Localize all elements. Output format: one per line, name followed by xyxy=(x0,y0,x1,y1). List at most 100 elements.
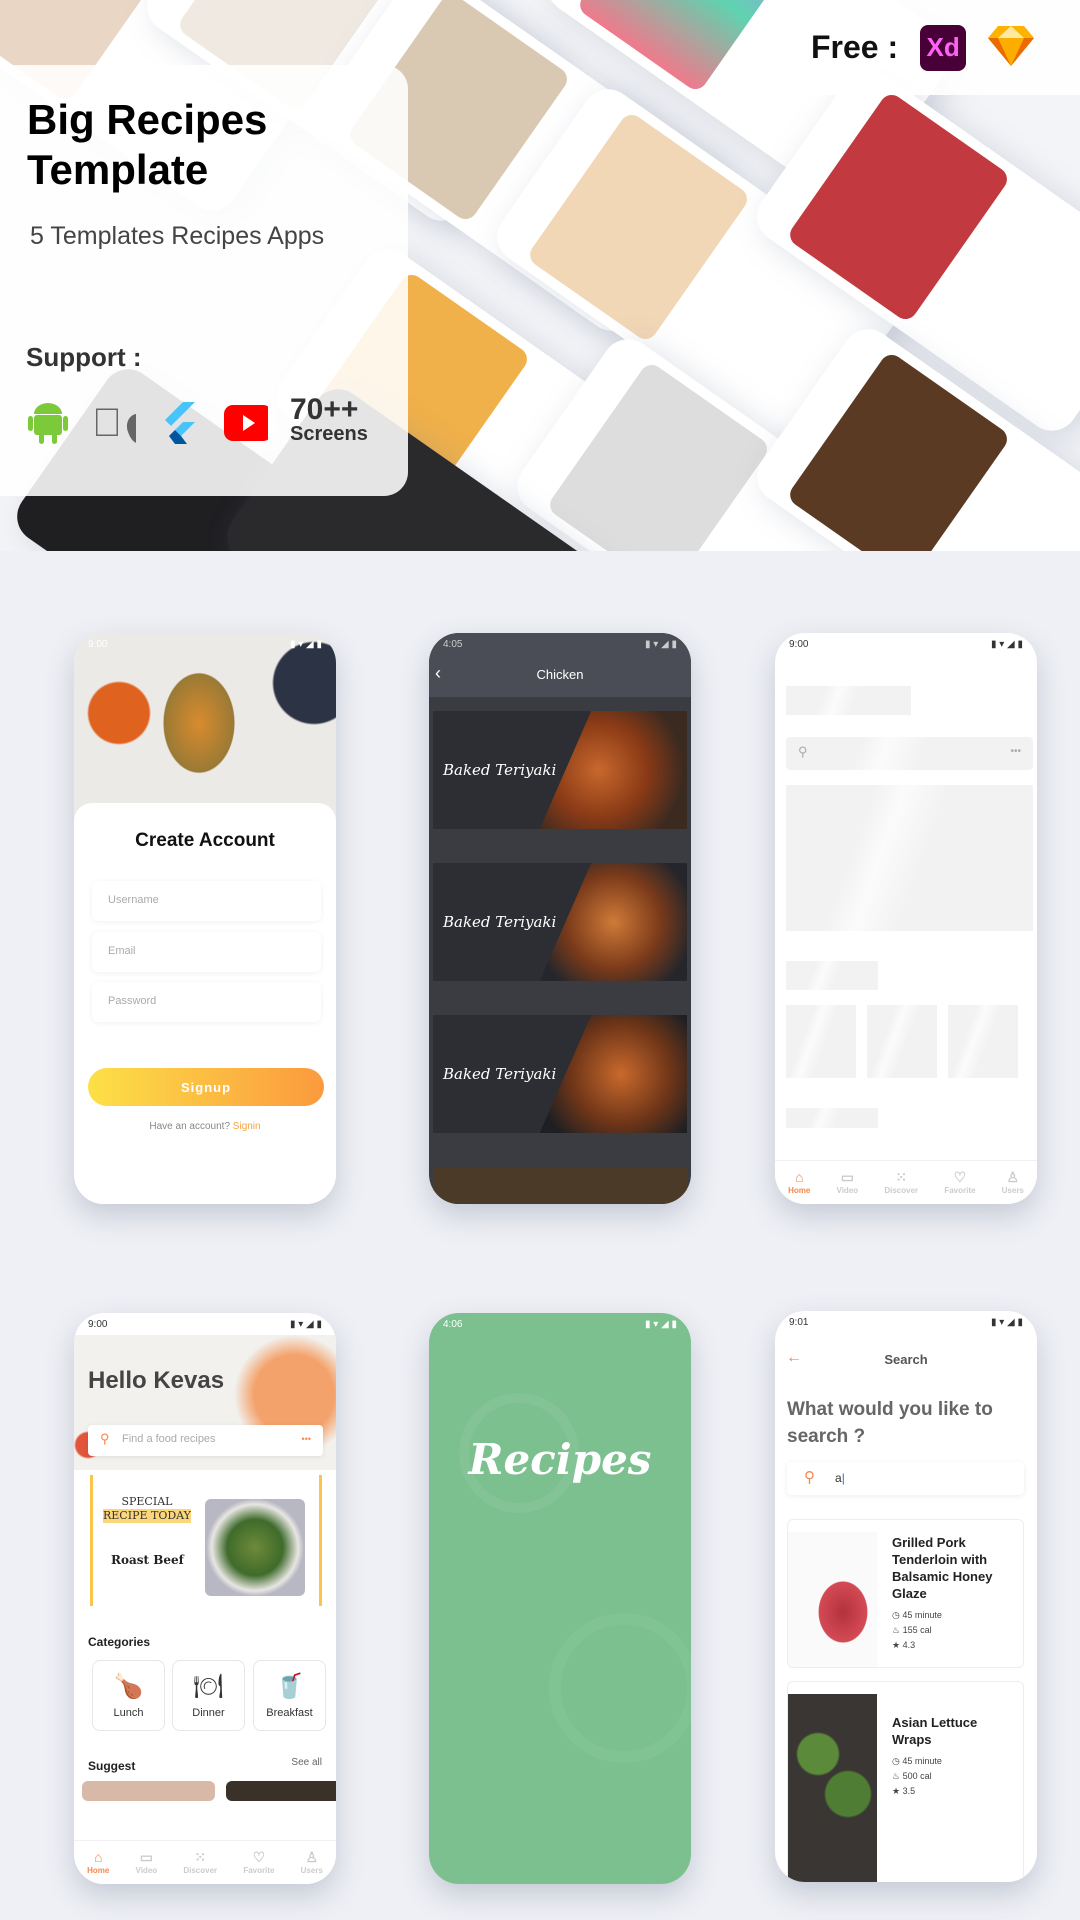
duration: ◷ 45 minute xyxy=(892,1756,942,1766)
special-label: SPECIAL RECIPE TODAY xyxy=(103,1495,191,1523)
recipe-card[interactable]: Baked Teriyaki xyxy=(433,711,687,829)
phone-create-account: 9:00 ▮ ▾ ◢ ▮ Create Account Username Emai… xyxy=(74,633,336,1204)
recipe-image xyxy=(788,1532,877,1667)
status-icons: ▮ ▾ ◢ ▮ xyxy=(289,638,322,650)
skeleton-heading xyxy=(786,961,878,990)
screens-count: 70++ Screens xyxy=(290,393,368,446)
home-icon: ⌂ xyxy=(93,1849,103,1865)
decor-circle xyxy=(549,1613,691,1763)
status-icons: ▮ ▾ ◢ ▮ xyxy=(990,638,1023,650)
status-icons: ▮ ▾ ◢ ▮ xyxy=(289,1318,322,1330)
nav-video[interactable]: ▭ Video xyxy=(136,1850,158,1875)
phone-loading-skeleton: 9:00 ▮ ▾ ◢ ▮ ⚲ ••• ⌂ Home ▭ Video ⁙ Discover … xyxy=(775,633,1037,1204)
page-title: Chicken xyxy=(536,667,584,682)
username-field[interactable]: Username xyxy=(92,881,321,921)
search-icon: ⚲ xyxy=(798,744,808,759)
more-icon: ••• xyxy=(1010,746,1021,757)
nav-discover[interactable]: ⁙ Discover xyxy=(183,1850,217,1875)
special-recipe-banner[interactable]: SPECIAL RECIPE TODAY Roast Beef xyxy=(90,1475,322,1606)
skeleton-tile xyxy=(786,1005,856,1078)
duration: ◷ 45 minute xyxy=(892,1610,942,1620)
bottom-nav: ⌂ Home ▭ Video ⁙ Discover ♡ Favorite ♙ Users xyxy=(775,1160,1037,1204)
youtube-icon xyxy=(224,401,268,445)
calories: ♨ 155 cal xyxy=(892,1625,932,1635)
video-icon: ▭ xyxy=(139,1849,153,1865)
categories-label: Categories xyxy=(88,1635,151,1649)
nav-favorite[interactable]: ♡ Favorite xyxy=(944,1170,975,1195)
special-dish: Roast Beef xyxy=(111,1553,184,1567)
flutter-icon xyxy=(158,401,202,445)
dinner-icon: 🍽 xyxy=(193,1673,224,1700)
recipe-name: Asian Lettuce Wraps xyxy=(892,1715,978,1747)
rating: ★ 4.3 xyxy=(892,1640,916,1650)
skeleton-tile xyxy=(948,1005,1018,1078)
search-input[interactable]: ⚲ Find a food recipes ••• xyxy=(88,1425,323,1456)
status-icons: ▮ ▾ ◢ ▮ xyxy=(644,638,677,650)
suggest-card[interactable] xyxy=(82,1781,215,1801)
recipe-card[interactable] xyxy=(433,1167,687,1204)
banner-subtitle: 5 Templates Recipes Apps xyxy=(30,222,325,250)
recipe-name: Grilled Pork Tenderloin with Balsamic Ho… xyxy=(892,1535,993,1601)
nav-video[interactable]: ▭ Video xyxy=(837,1170,859,1195)
nav-home[interactable]: ⌂ Home xyxy=(788,1170,810,1195)
recipe-card[interactable]: Baked Teriyaki xyxy=(433,863,687,981)
search-icon: ⚲ xyxy=(804,1469,815,1486)
nav-users[interactable]: ♙ Users xyxy=(1002,1170,1024,1195)
category-breakfast[interactable]: 🥤 Breakfast xyxy=(253,1660,326,1731)
search-icon: ⚲ xyxy=(100,1431,110,1446)
status-time: 4:06 xyxy=(443,1318,463,1330)
free-label: Free : xyxy=(811,29,899,65)
status-time: 9:00 xyxy=(88,1318,108,1330)
promo-banner: Big Recipes Template 5 Templates Recipes… xyxy=(0,0,1080,551)
banner-title: Big Recipes Template xyxy=(27,96,268,193)
roast-chicken-icon: 🍗 xyxy=(113,1673,144,1700)
page-title: Search xyxy=(884,1352,928,1367)
nav-home[interactable]: ⌂ Home xyxy=(87,1850,109,1875)
status-time: 9:00 xyxy=(789,638,809,650)
suggest-card[interactable] xyxy=(226,1781,336,1801)
email-field[interactable]: Email xyxy=(92,932,321,972)
nav-discover[interactable]: ⁙ Discover xyxy=(884,1170,918,1195)
password-field[interactable]: Password xyxy=(92,982,321,1022)
status-time: 9:01 xyxy=(789,1316,809,1328)
android-icon xyxy=(26,401,70,445)
sketch-icon xyxy=(988,24,1035,71)
suggest-label: Suggest xyxy=(88,1759,136,1773)
fruit-image xyxy=(74,633,336,823)
category-dinner[interactable]: 🍽 Dinner xyxy=(172,1660,245,1731)
grid-icon: ⁙ xyxy=(895,1169,908,1185)
more-icon[interactable]: ••• xyxy=(302,1434,311,1444)
signin-link[interactable]: Signin xyxy=(233,1121,261,1132)
breakfast-icon: 🥤 xyxy=(274,1673,305,1700)
free-formats: Free : Xd xyxy=(785,0,1080,95)
search-input[interactable]: ⚲ a| xyxy=(787,1462,1024,1495)
home-icon: ⌂ xyxy=(794,1169,804,1185)
salad-image xyxy=(205,1499,305,1596)
recipe-name: Baked Teriyaki xyxy=(443,1065,557,1083)
nav-users[interactable]: ♙ Users xyxy=(301,1850,323,1875)
phone-splash: 4:06 ▮ ▾ ◢ ▮ Recipes xyxy=(429,1313,691,1884)
signup-button[interactable]: Signup xyxy=(88,1068,324,1106)
signin-prompt: Have an account? Signin xyxy=(149,1121,261,1132)
phone-search: 9:01 ▮ ▾ ◢ ▮ ← Search What would you like… xyxy=(775,1311,1037,1882)
result-card[interactable]: Grilled Pork Tenderloin with Balsamic Ho… xyxy=(787,1519,1024,1668)
support-label: Support : xyxy=(26,342,142,372)
grid-icon: ⁙ xyxy=(194,1849,207,1865)
page-title: Create Account xyxy=(135,830,275,851)
user-icon: ♙ xyxy=(1006,1169,1020,1185)
calories: ♨ 500 cal xyxy=(892,1771,932,1781)
video-icon: ▭ xyxy=(840,1169,854,1185)
skeleton-banner xyxy=(786,785,1033,931)
category-lunch[interactable]: 🍗 Lunch xyxy=(92,1660,165,1731)
nav-favorite[interactable]: ♡ Favorite xyxy=(243,1850,274,1875)
recipe-card[interactable]: Baked Teriyaki xyxy=(433,1015,687,1133)
see-all-link[interactable]: See all xyxy=(291,1757,322,1768)
result-card[interactable]: Asian Lettuce Wraps ◷ 45 minute ♨ 500 cal ★… xyxy=(787,1681,1024,1882)
skeleton-title xyxy=(786,686,911,715)
recipe-name: Baked Teriyaki xyxy=(443,761,557,779)
apple-icon:  xyxy=(92,401,136,445)
skeleton-tile xyxy=(867,1005,937,1078)
adobe-xd-icon: Xd xyxy=(920,24,967,71)
search-question: What would you like to search ? xyxy=(787,1399,993,1447)
platform-icons:  70++Screens xyxy=(26,393,368,448)
